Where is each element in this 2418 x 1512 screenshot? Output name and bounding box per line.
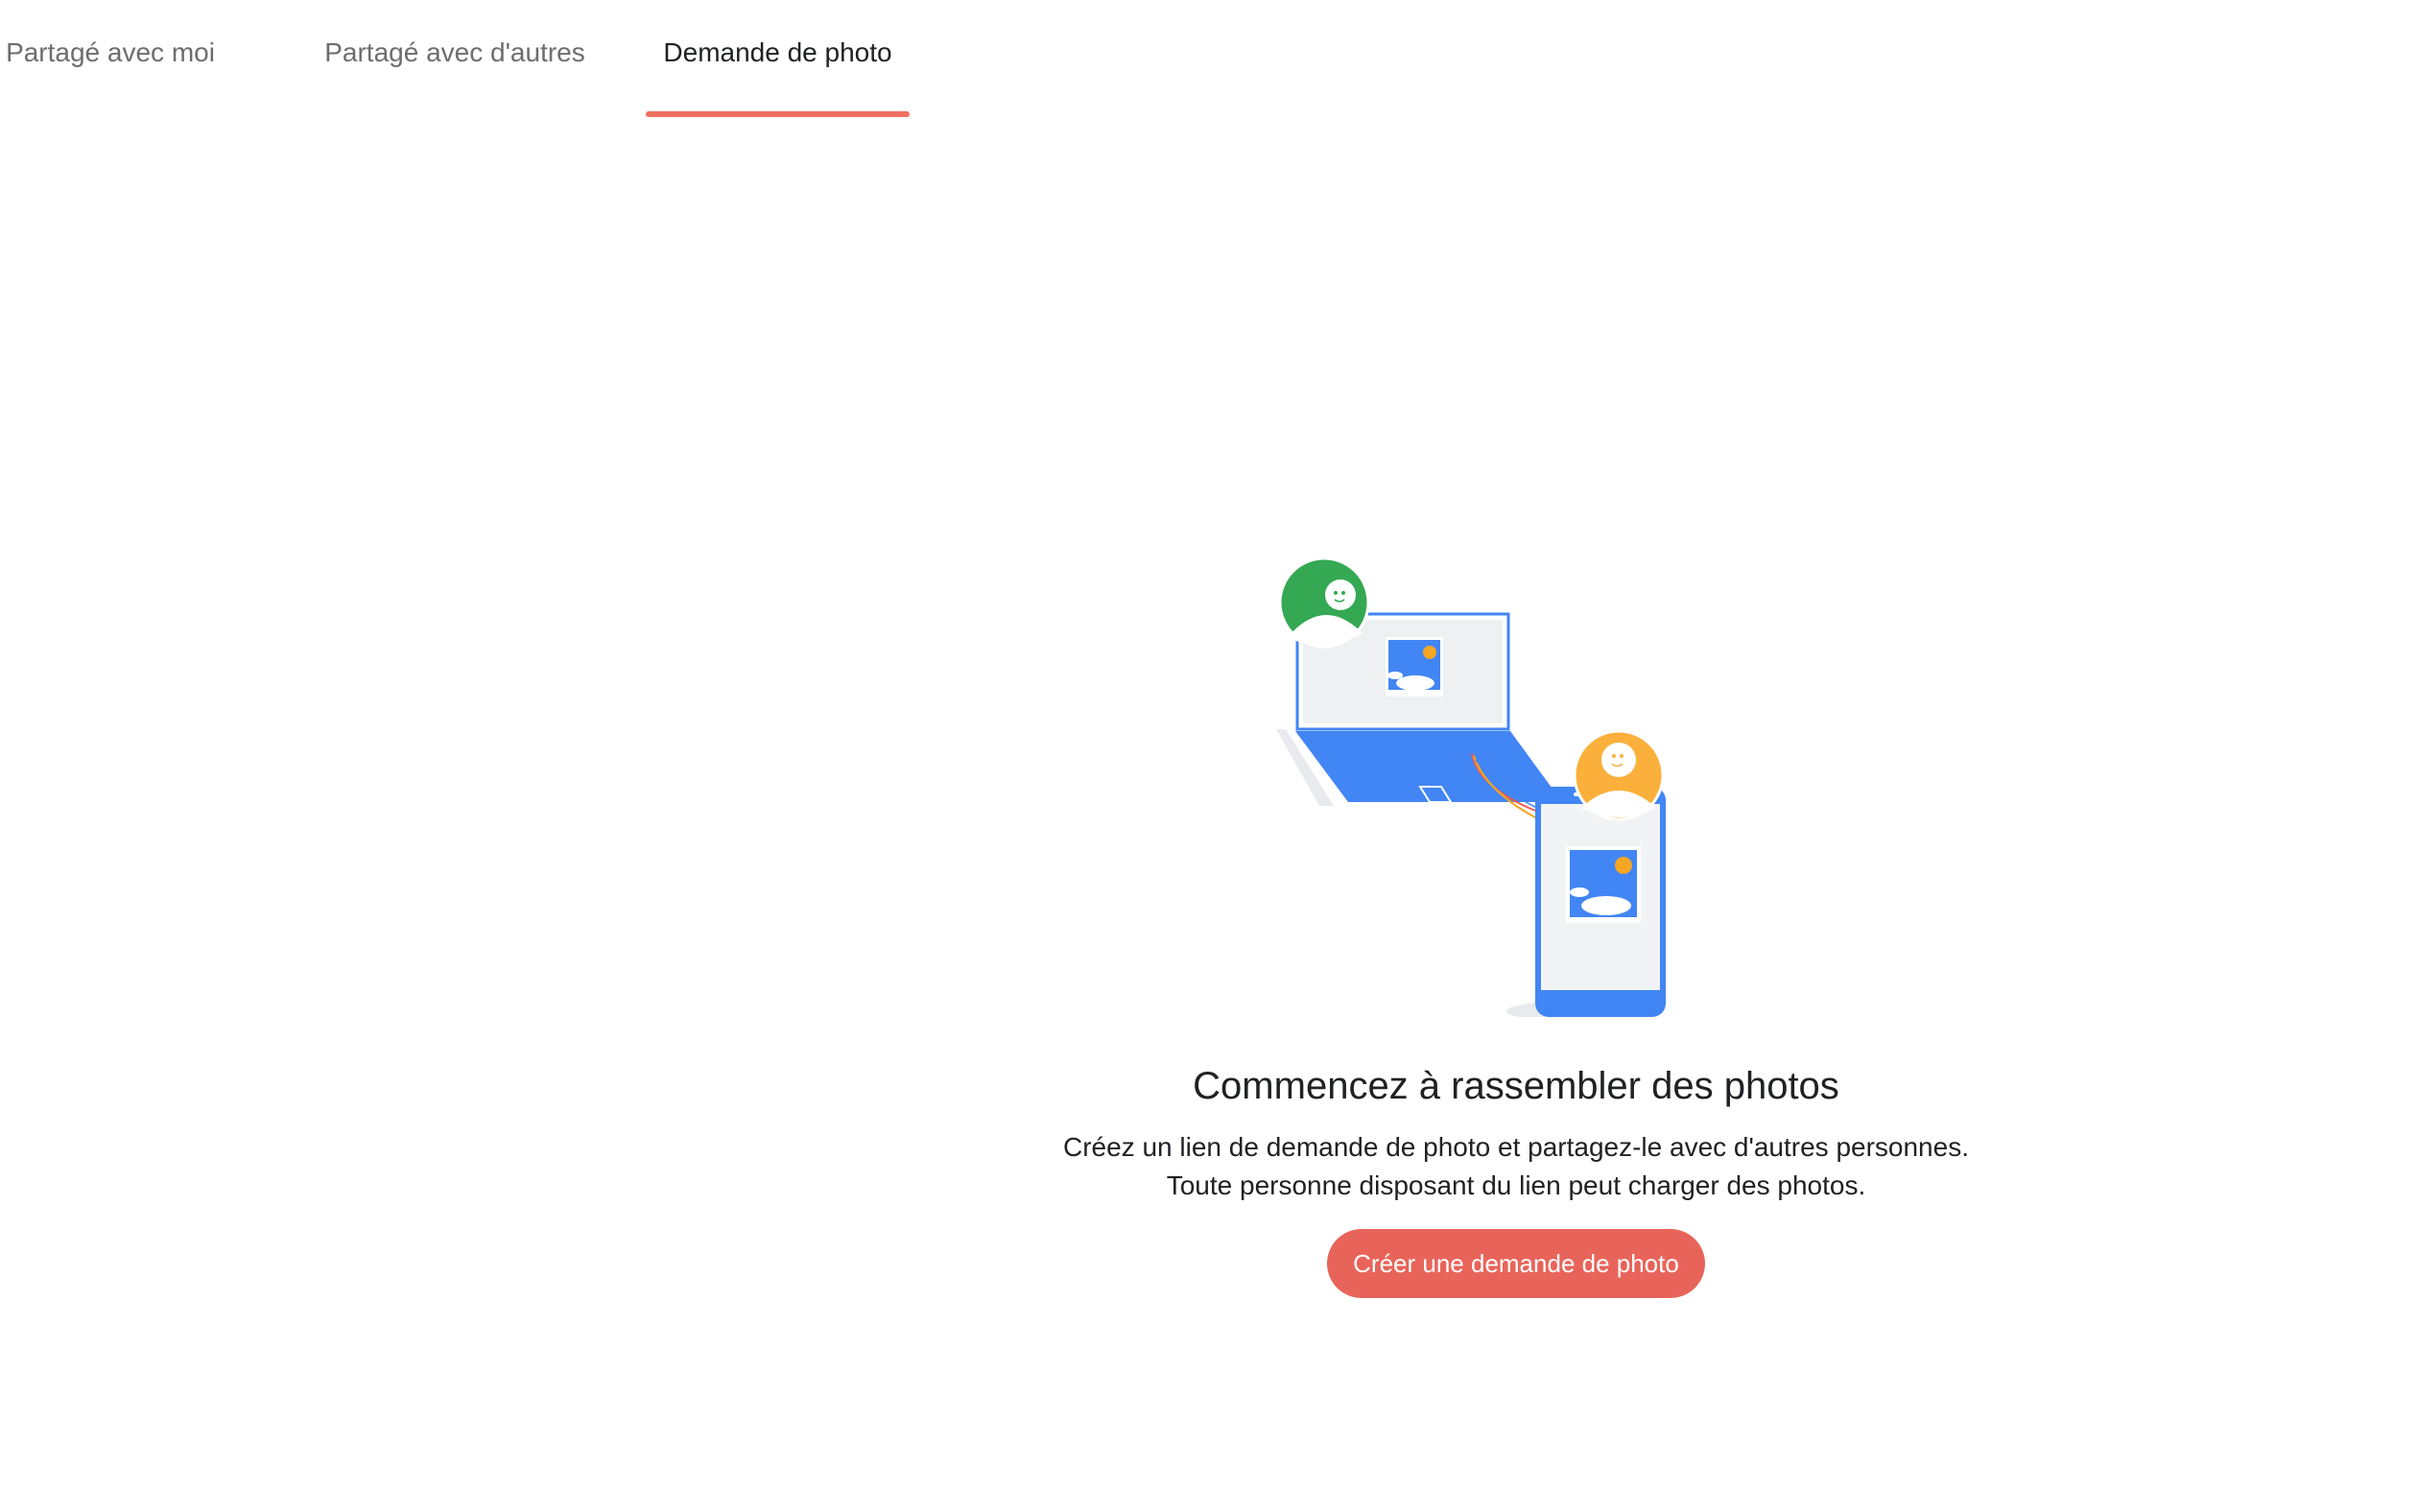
photo-icon [1566,846,1641,923]
empty-state-description: Toute personne disposant du lien peut ch… [1166,1170,1866,1200]
empty-state: Commencez à rassembler des photos Créez … [0,0,2418,1512]
photo-request-page: Partagé avec moi Partagé avec d'autres D… [0,0,2418,1512]
photo-sharing-illustration [1276,556,1666,1017]
photo-icon [1386,637,1443,697]
empty-state-description: Créez un lien de demande de photo et par… [1063,1132,1969,1162]
empty-state-title: Commencez à rassembler des photos [1193,1065,1839,1107]
avatar-green-icon [1278,556,1370,649]
create-photo-request-button[interactable]: Créer une demande de photo [1327,1229,1705,1298]
avatar-orange-icon [1573,729,1665,821]
button-label: Créer une demande de photo [1353,1248,1679,1278]
